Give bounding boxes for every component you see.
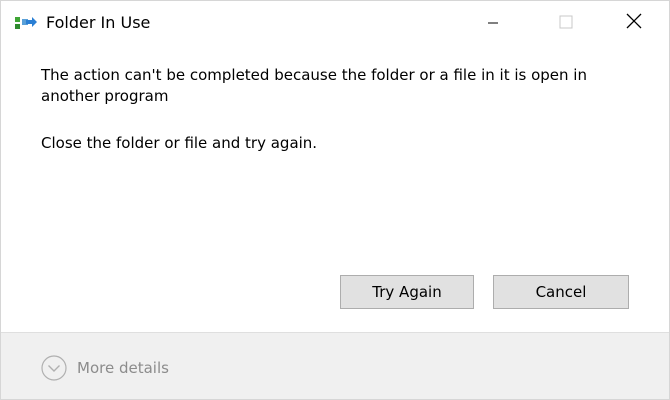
dialog-window: Folder In Use The action can't be comple…	[0, 0, 670, 400]
close-button[interactable]	[612, 1, 656, 45]
main-message: The action can't be completed because th…	[41, 66, 587, 105]
minimize-icon	[487, 14, 499, 33]
dialog-title: Folder In Use	[46, 13, 151, 32]
dialog-content: The action can't be completed because th…	[1, 45, 669, 332]
chevron-down-circle-icon	[41, 355, 67, 381]
close-icon	[626, 13, 642, 33]
dialog-footer: More details	[1, 332, 669, 399]
maximize-icon	[559, 14, 573, 33]
minimize-button[interactable]	[471, 1, 515, 45]
more-details-toggle[interactable]: More details	[41, 354, 169, 382]
title-bar: Folder In Use	[1, 1, 669, 45]
cancel-button[interactable]: Cancel	[493, 275, 629, 309]
folder-move-icon	[15, 15, 37, 31]
instruction-message: Close the folder or file and try again.	[41, 134, 318, 152]
more-details-label: More details	[77, 359, 169, 377]
maximize-button	[544, 1, 588, 45]
try-again-button[interactable]: Try Again	[340, 275, 474, 309]
